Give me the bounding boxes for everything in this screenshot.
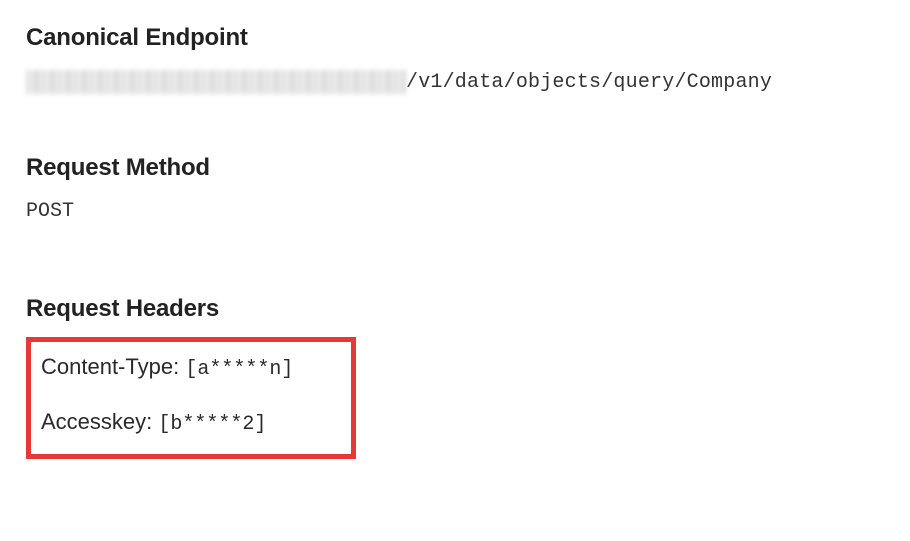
header-name: Content-Type: [41, 354, 179, 379]
header-row: Accesskey: [b*****2] [41, 409, 341, 436]
headers-section: Request Headers Content-Type: [a*****n] … [26, 295, 884, 459]
endpoint-section: Canonical Endpoint /v1/data/objects/quer… [26, 24, 884, 94]
endpoint-heading: Canonical Endpoint [26, 24, 884, 52]
method-heading: Request Method [26, 154, 884, 182]
header-name: Accesskey: [41, 409, 152, 434]
endpoint-line: /v1/data/objects/query/Company [26, 70, 884, 94]
header-value: [a*****n] [185, 358, 293, 381]
method-value: POST [26, 200, 884, 223]
method-section: Request Method POST [26, 154, 884, 223]
redacted-host [26, 70, 406, 94]
endpoint-path: /v1/data/objects/query/Company [406, 71, 772, 94]
headers-highlight-box: Content-Type: [a*****n] Accesskey: [b***… [26, 337, 356, 459]
header-value: [b*****2] [158, 413, 266, 436]
header-row: Content-Type: [a*****n] [41, 354, 341, 381]
headers-heading: Request Headers [26, 295, 884, 323]
